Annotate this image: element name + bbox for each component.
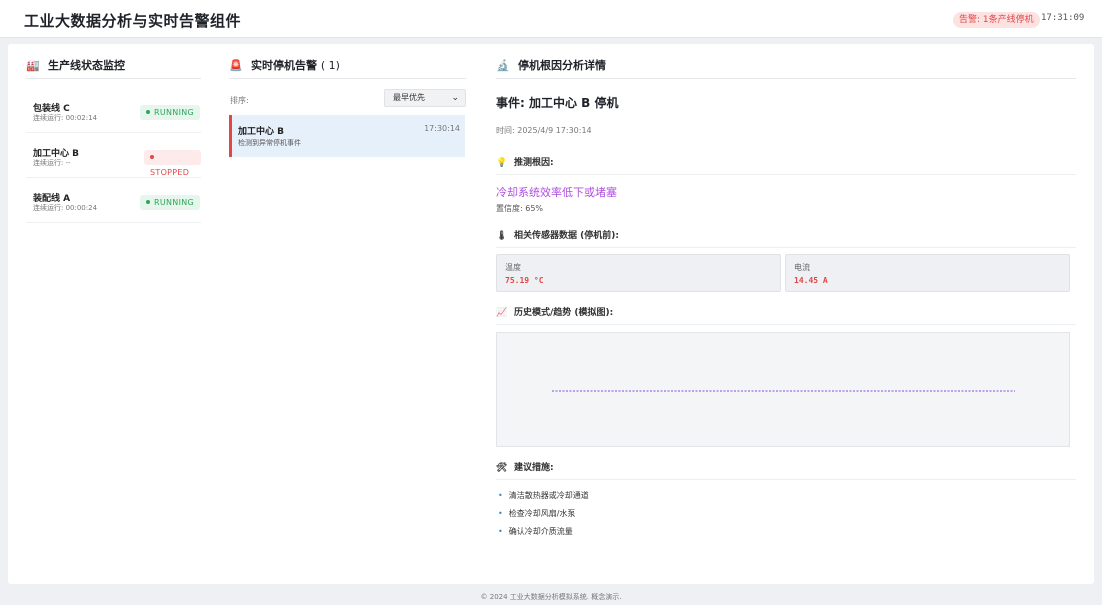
sensor-card-current: 电流 14.45 A — [785, 254, 1070, 292]
alert-item[interactable]: 加工中心 B 检测到异常停机事件 17:30:14 — [229, 115, 465, 157]
lightbulb-icon: 💡 — [496, 158, 508, 168]
sort-select-value: 最早优先 — [393, 93, 425, 102]
line-item[interactable]: 加工中心 B 连续运行: -- STOPPED — [26, 134, 201, 178]
thermometer-icon: 🌡 — [496, 231, 508, 241]
production-lines-title: 生产线状态监控 — [48, 59, 125, 72]
event-title: 事件: 加工中心 B 停机 — [496, 96, 619, 110]
line-runtime: 连续运行: 00:02:14 — [33, 114, 98, 122]
alert-item-name: 加工中心 B — [238, 127, 284, 137]
sort-label: 排序: — [230, 96, 249, 105]
microscope-icon: 🔬 — [496, 59, 510, 72]
sensor-label: 温度 — [505, 263, 521, 272]
alerts-count: ( 1) — [320, 59, 340, 72]
sensor-value: 75.19 °C — [505, 276, 544, 285]
line-runtime: 连续运行: 00:00:24 — [33, 204, 98, 212]
bullet-icon: • — [498, 527, 503, 536]
suggestion-header: 🛠 建议措施: — [496, 460, 1076, 480]
status-dot-icon — [146, 200, 150, 204]
footer: © 2024 工业大数据分析模拟系统. 概念演示. — [480, 593, 622, 601]
root-cause-header: 🔬 停机根因分析详情 — [496, 57, 1076, 79]
production-lines-header: 🏭 生产线状态监控 — [26, 57, 201, 79]
production-lines-panel: 🏭 生产线状态监控 包装线 C 连续运行: 00:02:14 RUNNING 加工… — [26, 44, 201, 584]
suggestion-item: • 检查冷却风扇/水泵 — [498, 509, 576, 518]
sensor-label: 电流 — [794, 263, 810, 272]
alerts-panel: 🚨 实时停机告警 ( 1) 排序: 最早优先 ⌄ 加工中心 B 检测到异常停机事件… — [229, 44, 466, 584]
main-panel: 🏭 生产线状态监控 包装线 C 连续运行: 00:02:14 RUNNING 加工… — [8, 44, 1094, 584]
status-badge: STOPPED — [144, 150, 201, 177]
factory-icon: 🏭 — [26, 59, 40, 72]
suggestion-item: • 清洁散热器或冷却通道 — [498, 491, 589, 500]
siren-icon: 🚨 — [229, 59, 243, 72]
history-chart-svg — [552, 390, 1015, 392]
alert-status-badge[interactable]: 告警: 1条产线停机 — [953, 12, 1040, 28]
app-title: 工业大数据分析与实时告警组件 — [24, 12, 242, 30]
root-cause-panel: 🔬 停机根因分析详情 事件: 加工中心 B 停机 时间: 2025/4/9 17:… — [496, 44, 1076, 584]
root-cause-text: 冷却系统效率低下或堵塞 — [496, 186, 617, 199]
tools-icon: 🛠 — [496, 463, 508, 473]
sensor-card-temperature: 温度 75.19 °C — [496, 254, 781, 292]
current-time: 17:31:09 — [1041, 13, 1085, 23]
line-item[interactable]: 包装线 C 连续运行: 00:02:14 RUNNING — [26, 89, 201, 133]
alert-item-desc: 检测到异常停机事件 — [238, 139, 301, 147]
sort-select[interactable]: 最早优先 ⌄ — [384, 89, 466, 107]
chevron-down-icon: ⌄ — [451, 93, 459, 103]
sensor-header: 🌡 相关传感器数据 (停机前): — [496, 228, 1076, 248]
bullet-icon: • — [498, 509, 503, 518]
history-header: 📈 历史模式/趋势 (模拟图): — [496, 305, 1076, 325]
cause-header: 💡 推测根因: — [496, 155, 1076, 175]
alert-item-time: 17:30:14 — [424, 124, 460, 133]
status-badge: RUNNING — [140, 195, 201, 210]
line-runtime: 连续运行: -- — [33, 159, 71, 167]
event-time: 时间: 2025/4/9 17:30:14 — [496, 126, 592, 135]
chart-icon: 📈 — [496, 308, 508, 318]
top-bar: 工业大数据分析与实时告警组件 告警: 1条产线停机 17:31:09 — [0, 0, 1102, 38]
root-cause-title: 停机根因分析详情 — [518, 59, 606, 72]
status-dot-icon — [146, 110, 150, 114]
alerts-header: 🚨 实时停机告警 ( 1) — [229, 57, 466, 79]
bullet-icon: • — [498, 491, 503, 500]
sensor-value: 14.45 A — [794, 276, 828, 285]
status-dot-icon — [150, 155, 154, 159]
confidence-text: 置信度: 65% — [496, 204, 544, 213]
suggestion-item: • 确认冷却介质流量 — [498, 527, 573, 536]
alerts-title: 实时停机告警 — [251, 59, 317, 72]
history-chart — [496, 332, 1070, 447]
status-badge: RUNNING — [140, 105, 201, 120]
line-item[interactable]: 装配线 A 连续运行: 00:00:24 RUNNING — [26, 179, 201, 223]
